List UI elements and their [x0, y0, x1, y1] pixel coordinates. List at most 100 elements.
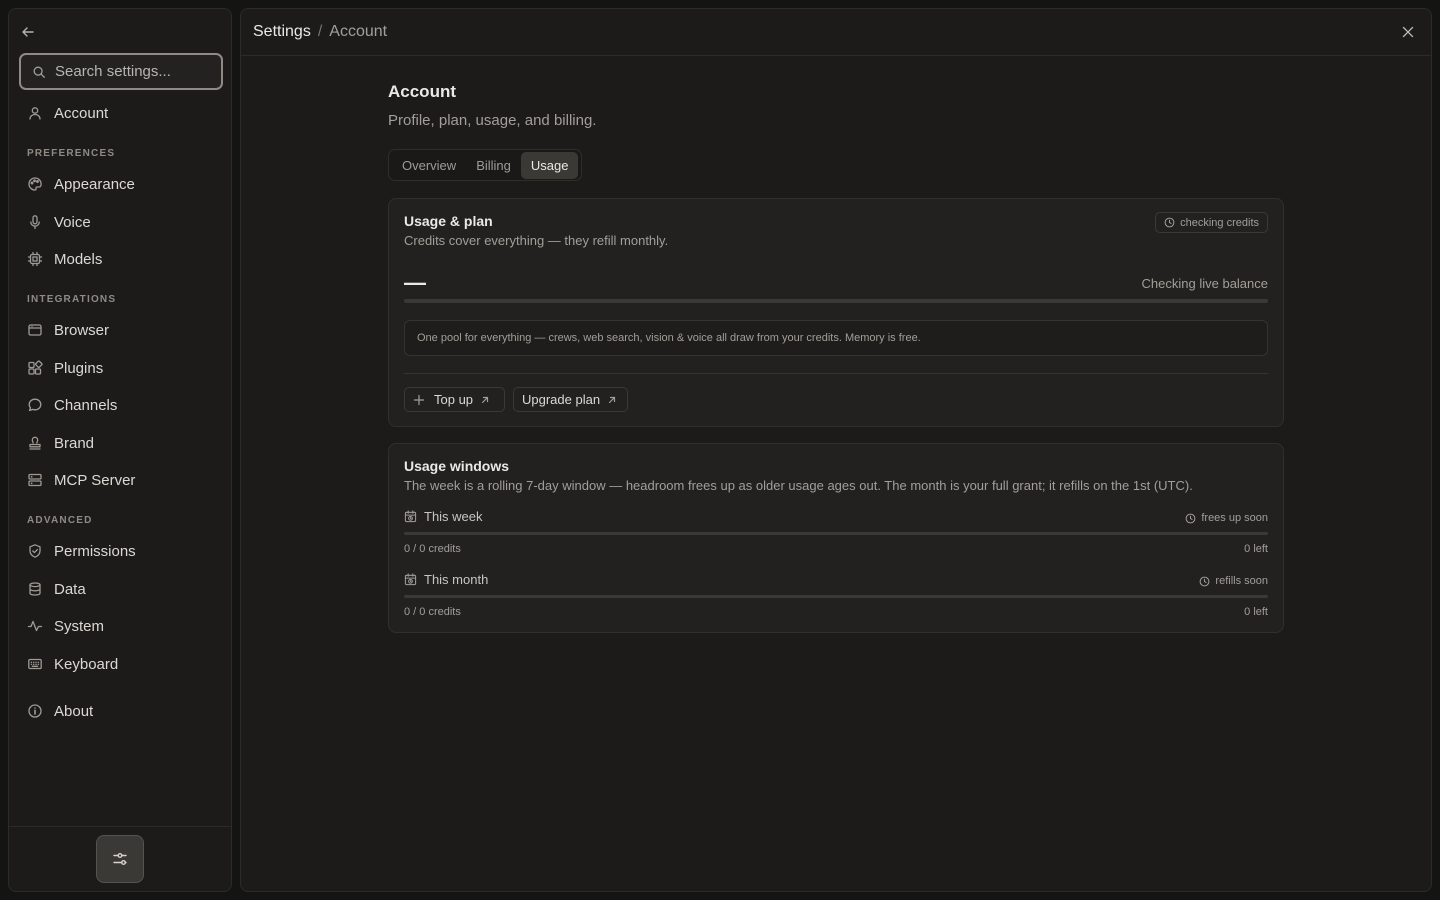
window-status-label: refills soon	[1215, 575, 1268, 587]
credit-progress-bar	[404, 299, 1268, 303]
week-window-status: frees up soon	[1185, 512, 1268, 524]
sidebar-item-label: Data	[54, 580, 86, 598]
external-arrow-icon	[606, 394, 618, 406]
shield-check-icon	[27, 543, 43, 559]
sidebar-item-label: Channels	[54, 396, 118, 414]
sidebar-item-label: About	[54, 702, 94, 720]
palette-icon	[27, 176, 43, 192]
button-label: Top up	[434, 392, 474, 407]
button-label: Upgrade plan	[522, 392, 601, 407]
tab-billing[interactable]: Billing	[466, 152, 521, 179]
activity-icon	[27, 618, 43, 634]
calendar-clock-icon	[404, 510, 417, 523]
search-input[interactable]	[55, 63, 215, 80]
keyboard-icon	[27, 656, 43, 672]
calendar-clock-icon	[404, 573, 417, 586]
microphone-icon	[27, 214, 43, 230]
sidebar-item-plugins[interactable]: Plugins	[19, 352, 223, 384]
divider	[404, 373, 1268, 374]
week-window-label: This week	[404, 509, 483, 524]
week-credits-left: 0 left	[1244, 543, 1268, 555]
sidebar-item-mcp-server[interactable]: MCP Server	[19, 464, 223, 496]
info-icon	[27, 703, 43, 719]
tab-overview[interactable]: Overview	[392, 152, 466, 179]
section-label-advanced: ADVANCED	[27, 515, 93, 526]
sidebar-item-data[interactable]: Data	[19, 573, 223, 605]
week-progress-bar	[404, 532, 1268, 535]
sidebar-footer-divider	[9, 826, 231, 827]
external-arrow-icon	[479, 394, 491, 406]
sidebar-item-models[interactable]: Models	[19, 243, 223, 275]
breadcrumb-current: Account	[329, 23, 388, 40]
search-box[interactable]	[19, 53, 223, 90]
sidebar-item-label: Account	[54, 104, 109, 122]
usage-plan-card: Usage & plan Credits cover everything — …	[388, 198, 1284, 427]
settings-sidebar: Account PREFERENCES Appearance Voice Mod…	[8, 8, 232, 892]
card-title: Usage windows	[404, 458, 510, 474]
breadcrumb-separator: /	[317, 23, 323, 40]
server-icon	[27, 472, 43, 488]
sidebar-item-label: Keyboard	[54, 655, 119, 673]
page-subtitle: Profile, plan, usage, and billing.	[388, 112, 597, 129]
card-subtitle: Credits cover everything — they refill m…	[404, 233, 669, 248]
stamp-icon	[27, 435, 43, 451]
sidebar-item-account[interactable]: Account	[19, 97, 223, 129]
tab-usage[interactable]: Usage	[520, 151, 579, 179]
close-icon[interactable]	[1401, 25, 1415, 39]
sidebar-item-voice[interactable]: Voice	[19, 206, 223, 238]
window-status-label: frees up soon	[1201, 512, 1268, 524]
credit-balance: —	[404, 270, 426, 295]
sidebar-item-label: Models	[54, 250, 103, 268]
sidebar-item-permissions[interactable]: Permissions	[19, 535, 223, 567]
account-tabs: Overview Billing Usage	[388, 149, 583, 181]
sidebar-item-browser[interactable]: Browser	[19, 314, 223, 346]
month-credits: 0 / 0 credits	[404, 606, 461, 618]
sidebar-item-label: Plugins	[54, 359, 104, 377]
puzzle-icon	[27, 360, 43, 376]
database-icon	[27, 581, 43, 597]
sidebar-item-keyboard[interactable]: Keyboard	[19, 648, 223, 680]
settings-toggle-button[interactable]	[96, 835, 144, 883]
status-badge: checking credits	[1155, 212, 1268, 233]
credits-note: One pool for everything — crews, web sea…	[404, 320, 1268, 356]
sidebar-item-label: Brand	[54, 434, 95, 452]
sidebar-item-label: System	[54, 617, 105, 635]
sidebar-item-label: Voice	[54, 213, 91, 231]
sidebar-item-appearance[interactable]: Appearance	[19, 168, 223, 200]
sidebar-item-about[interactable]: About	[19, 695, 223, 727]
page-title: Account	[388, 82, 456, 101]
back-arrow-icon[interactable]	[20, 24, 36, 40]
cpu-icon	[27, 251, 43, 267]
section-label-preferences: PREFERENCES	[27, 148, 116, 159]
sidebar-item-label: Browser	[54, 321, 110, 339]
sidebar-item-label: Appearance	[54, 175, 135, 193]
settings-main-panel: Settings / Account Account Profile, plan…	[240, 8, 1432, 892]
month-window-status: refills soon	[1199, 575, 1268, 587]
sidebar-item-label: MCP Server	[54, 471, 136, 489]
clock-icon	[1185, 513, 1196, 524]
sidebar-item-system[interactable]: System	[19, 610, 223, 642]
top-up-button[interactable]: Top up	[404, 387, 505, 412]
usage-windows-card: Usage windows The week is a rolling 7-da…	[388, 443, 1284, 633]
user-icon	[27, 105, 43, 121]
browser-window-icon	[27, 322, 43, 338]
chat-bubble-icon	[27, 397, 43, 413]
clock-icon	[1199, 576, 1210, 587]
sidebar-item-channels[interactable]: Channels	[19, 389, 223, 421]
section-label-integrations: INTEGRATIONS	[27, 294, 117, 305]
month-window-label: This month	[404, 572, 488, 587]
status-badge-label: checking credits	[1180, 216, 1259, 229]
sliders-icon	[111, 850, 129, 868]
search-icon	[32, 65, 46, 79]
card-subtitle: The week is a rolling 7-day window — hea…	[404, 478, 1193, 493]
window-label: This month	[424, 572, 489, 587]
month-progress-bar	[404, 595, 1268, 598]
breadcrumb-root[interactable]: Settings	[253, 23, 311, 41]
window-label: This week	[424, 509, 483, 524]
upgrade-plan-button[interactable]: Upgrade plan	[513, 387, 628, 412]
sidebar-item-brand[interactable]: Brand	[19, 427, 223, 459]
card-title: Usage & plan	[404, 213, 493, 229]
breadcrumb: Settings / Account	[253, 23, 387, 41]
balance-status: Checking live balance	[1141, 276, 1268, 291]
top-bar: Settings / Account	[241, 9, 1431, 56]
